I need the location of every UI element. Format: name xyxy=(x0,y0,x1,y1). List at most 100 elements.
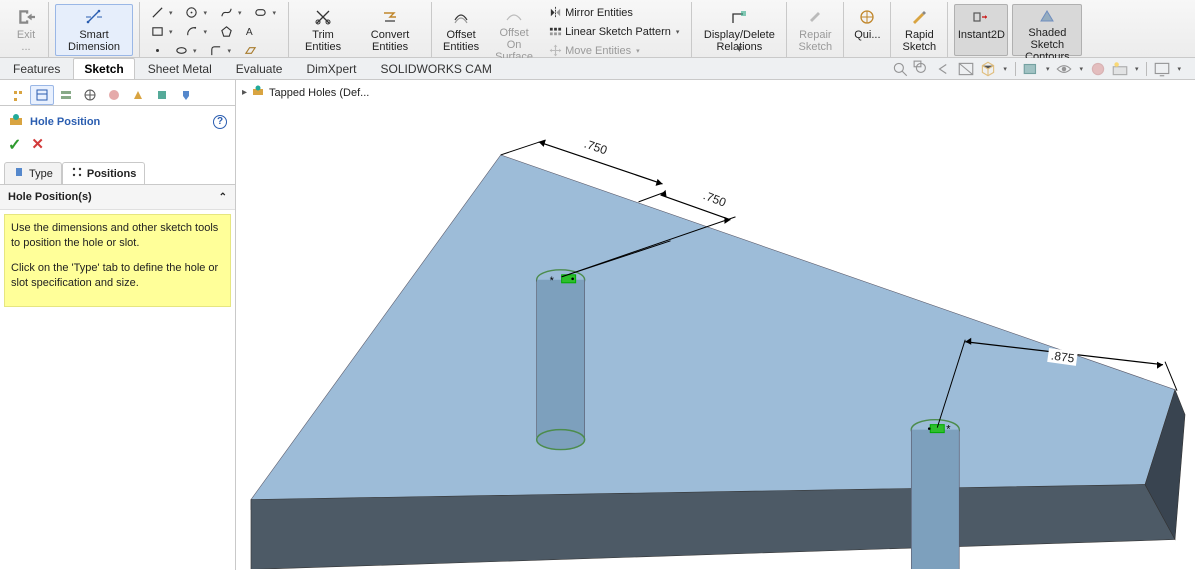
chevron-down-icon: ▾ xyxy=(735,43,745,55)
chevron-down-icon[interactable]: ▾ xyxy=(1133,65,1141,73)
ok-button[interactable]: ✓ xyxy=(8,135,21,155)
rapid-sketch-button[interactable]: Rapid Sketch xyxy=(897,4,941,56)
pm-section-header[interactable]: Hole Position(s) ⌃ xyxy=(0,185,235,210)
fm-tab-feature-tree[interactable] xyxy=(6,85,30,105)
chevron-down-icon[interactable]: ▾ xyxy=(1077,65,1085,73)
tab-evaluate[interactable]: Evaluate xyxy=(225,58,294,79)
apply-scene-icon[interactable] xyxy=(1111,60,1129,78)
chevron-down-icon: ▾ xyxy=(167,9,175,17)
view-settings-icon[interactable] xyxy=(1153,60,1171,78)
line-button[interactable]: ▾ xyxy=(146,4,179,21)
relations-icon xyxy=(729,7,749,27)
cancel-button[interactable]: ✕ xyxy=(31,135,44,155)
view-orientation-icon[interactable] xyxy=(979,60,997,78)
polygon-icon xyxy=(219,25,233,39)
mirror-entities-button[interactable]: Mirror Entities xyxy=(544,4,685,21)
tab-solidworks-cam[interactable]: SOLIDWORKS CAM xyxy=(369,58,502,79)
spline-button[interactable]: ▾ xyxy=(215,4,248,21)
pm-help-paragraph-2: Click on the 'Type' tab to define the ho… xyxy=(11,261,224,291)
trim-label: Trim Entities xyxy=(298,29,348,53)
offset-entities-button[interactable]: Offset Entities xyxy=(438,4,484,56)
fm-tab-display-manager[interactable] xyxy=(102,85,126,105)
heads-up-view-toolbar: ▾ ▾ ▾ ▾ ▾ xyxy=(891,60,1183,78)
subtab-positions[interactable]: Positions xyxy=(62,162,146,184)
quick-snaps-icon xyxy=(857,7,877,27)
linear-pattern-button[interactable]: Linear Sketch Pattern ▾ xyxy=(544,23,685,40)
move-entities-button[interactable]: Move Entities ▾ xyxy=(544,42,685,59)
rapid-sketch-label: Rapid Sketch xyxy=(900,29,938,53)
tab-sheet-metal[interactable]: Sheet Metal xyxy=(137,58,223,79)
chevron-down-icon[interactable]: ▾ xyxy=(1175,65,1183,73)
zoom-to-fit-icon[interactable] xyxy=(891,60,909,78)
slot-button[interactable]: ▾ xyxy=(250,4,283,21)
ellipse-button[interactable]: ▾ xyxy=(170,42,203,59)
pm-section-header-label: Hole Position(s) xyxy=(8,191,92,203)
graphics-area[interactable]: ▸ Tapped Holes (Def... * xyxy=(236,80,1195,570)
ellipse-icon xyxy=(174,44,188,58)
rectangle-button[interactable]: ▾ xyxy=(146,23,179,40)
fillet-button[interactable]: ▾ xyxy=(205,42,238,59)
tab-sketch[interactable]: Sketch xyxy=(73,58,134,79)
fm-tab-configuration-manager[interactable] xyxy=(54,85,78,105)
chevron-down-icon: ▾ xyxy=(191,47,199,55)
feature-manager-tabs xyxy=(0,80,235,106)
shaded-contours-icon xyxy=(1037,7,1057,25)
chevron-down-icon[interactable]: ▾ xyxy=(1044,65,1052,73)
mirror-label: Mirror Entities xyxy=(565,7,633,19)
subtab-type[interactable]: Type xyxy=(4,162,62,184)
subtab-positions-label: Positions xyxy=(87,168,137,180)
text-button[interactable]: A xyxy=(239,23,261,40)
hide-show-icon[interactable] xyxy=(1055,60,1073,78)
fm-tab-cam-ops[interactable] xyxy=(150,85,174,105)
polygon-button[interactable] xyxy=(215,23,237,40)
offset-surface-icon xyxy=(504,7,524,25)
tab-features[interactable]: Features xyxy=(2,58,71,79)
chevron-down-icon: ▾ xyxy=(236,9,244,17)
instant2d-button[interactable]: Instant2D xyxy=(954,4,1008,56)
separator xyxy=(1015,62,1016,76)
exit-sketch-button[interactable]: Exit ... xyxy=(10,4,42,56)
ribbon: Exit ... Smart Dimension ▾ ▾ ▾ ▾ ▾ ▾ A xyxy=(0,0,1195,58)
smart-dimension-button[interactable]: Smart Dimension xyxy=(55,4,133,56)
instant2d-icon xyxy=(971,7,991,27)
trim-entities-button[interactable]: Trim Entities xyxy=(295,4,351,56)
positions-tab-icon xyxy=(71,166,83,181)
offset-on-surface-button[interactable]: Offset On Surface xyxy=(488,4,540,56)
help-icon[interactable]: ? xyxy=(213,115,227,129)
display-style-icon[interactable] xyxy=(1022,60,1040,78)
command-manager-tabs: Features Sketch Sheet Metal Evaluate Dim… xyxy=(0,58,1195,80)
pm-title: Hole Position xyxy=(30,116,100,128)
fm-tab-cam-tools[interactable] xyxy=(174,85,198,105)
plane-button[interactable] xyxy=(239,42,261,59)
tab-dimxpert[interactable]: DimXpert xyxy=(295,58,367,79)
linear-pattern-icon xyxy=(548,25,562,39)
repair-sketch-button[interactable]: Repair Sketch xyxy=(793,4,837,56)
plate-front-face xyxy=(251,485,1175,570)
circle-icon xyxy=(185,6,199,20)
previous-view-icon[interactable] xyxy=(935,60,953,78)
section-view-icon[interactable] xyxy=(957,60,975,78)
shaded-sketch-contours-button[interactable]: Shaded Sketch Contours xyxy=(1012,4,1082,56)
circle-button[interactable]: ▾ xyxy=(181,4,214,21)
convert-entities-button[interactable]: Convert Entities xyxy=(355,4,425,56)
quick-snaps-button[interactable]: Qui... xyxy=(850,4,884,56)
repair-label: Repair Sketch xyxy=(796,29,834,53)
fm-tab-dimxpert-manager[interactable] xyxy=(78,85,102,105)
property-manager-panel: Hole Position ? ✓ ✕ Type Positions Hole … xyxy=(0,80,236,570)
separator xyxy=(1146,62,1147,76)
point-button[interactable] xyxy=(146,42,168,59)
line-icon xyxy=(150,6,164,20)
chevron-down-icon[interactable]: ▾ xyxy=(1001,65,1009,73)
fm-tab-property-manager[interactable] xyxy=(30,85,54,105)
smart-dimension-label: Smart Dimension xyxy=(58,29,130,53)
arc-button[interactable]: ▾ xyxy=(181,23,214,40)
quick-snaps-label: Qui... xyxy=(854,29,880,41)
display-delete-relations-button[interactable]: Display/Delete Relations ▾ xyxy=(698,4,780,56)
smart-dimension-icon xyxy=(84,7,104,27)
fillet-icon xyxy=(209,44,223,58)
pm-confirm-row: ✓ ✕ xyxy=(0,133,235,161)
zoom-area-icon[interactable] xyxy=(913,60,931,78)
edit-appearance-icon[interactable] xyxy=(1089,60,1107,78)
fm-tab-cam-manager[interactable] xyxy=(126,85,150,105)
move-icon xyxy=(548,44,562,58)
